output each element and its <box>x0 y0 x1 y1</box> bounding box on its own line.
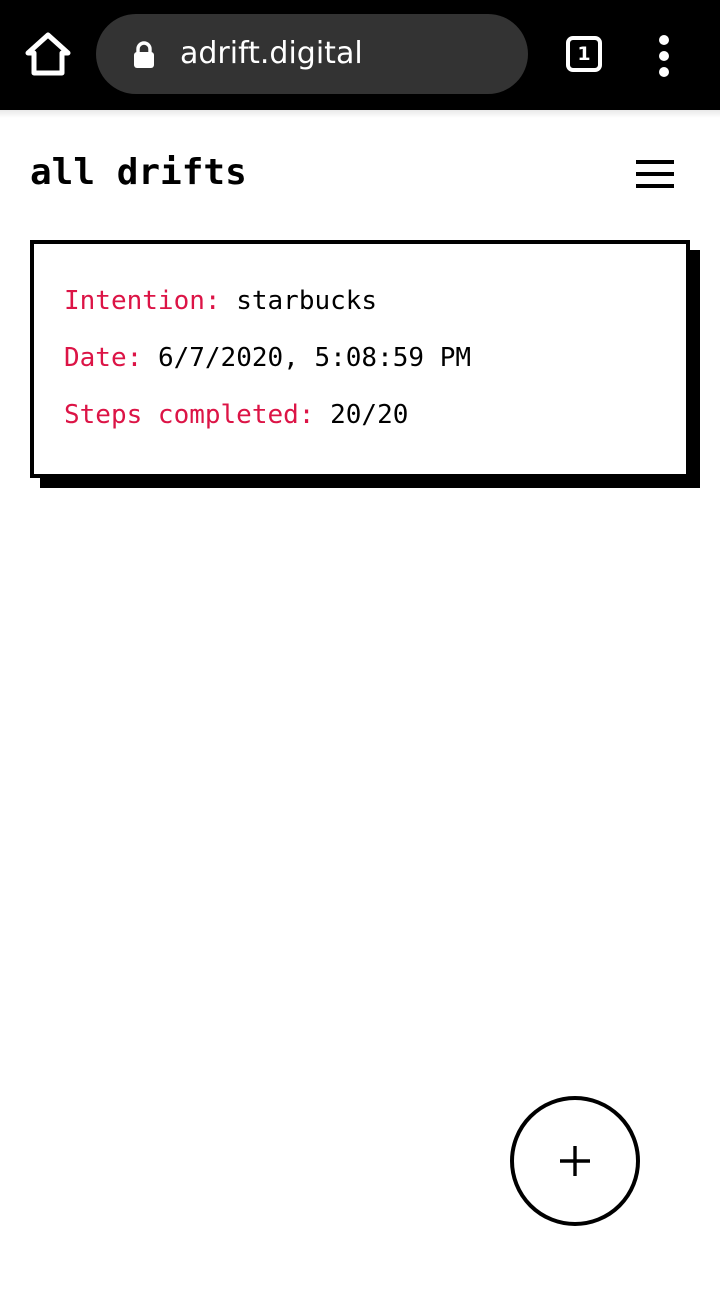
browser-menu-button[interactable] <box>644 34 684 78</box>
intention-row: Intention: starbucks <box>64 284 377 318</box>
drift-card[interactable]: Intention: starbucks Date: 6/7/2020, 5:0… <box>30 240 690 478</box>
home-button[interactable] <box>22 30 74 80</box>
page-title: all drifts <box>30 152 247 193</box>
steps-label: Steps completed: <box>64 400 315 430</box>
browser-toolbar: adrift.digital 1 <box>0 0 720 110</box>
tab-switcher-button[interactable]: 1 <box>566 36 602 72</box>
steps-value: 20/20 <box>330 400 409 430</box>
toolbar-shadow <box>0 110 720 118</box>
hamburger-menu-icon[interactable] <box>636 160 674 190</box>
intention-value: starbucks <box>236 286 378 316</box>
plus-icon <box>560 1146 590 1176</box>
lock-icon <box>134 41 154 68</box>
intention-label: Intention: <box>64 286 221 316</box>
date-value: 6/7/2020, 5:08:59 PM <box>157 343 472 373</box>
steps-row: Steps completed: 20/20 <box>64 398 408 432</box>
date-label: Date: <box>64 343 143 373</box>
url-text[interactable]: adrift.digital <box>180 34 363 74</box>
add-drift-button[interactable] <box>510 1096 640 1226</box>
more-vert-icon <box>659 35 669 77</box>
date-row: Date: 6/7/2020, 5:08:59 PM <box>64 341 471 375</box>
home-icon <box>25 32 71 76</box>
